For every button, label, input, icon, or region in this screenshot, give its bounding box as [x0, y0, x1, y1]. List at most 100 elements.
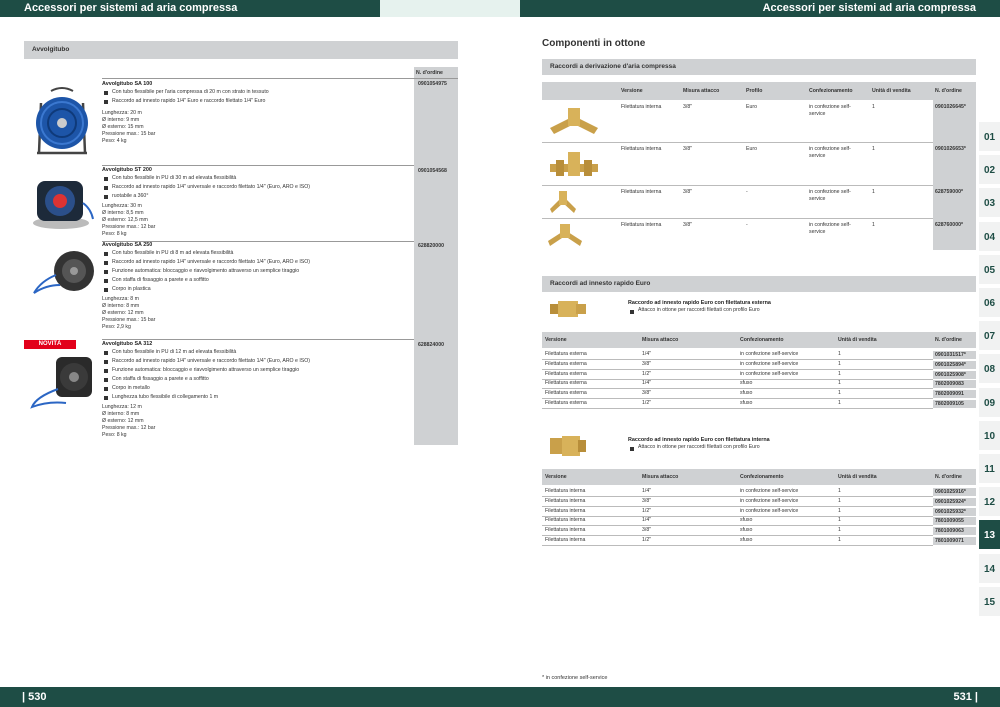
- cell-confezionamento: in confezione self-service: [740, 497, 799, 504]
- spec-line: Peso: 4 kg: [102, 138, 127, 144]
- row-divider: [542, 142, 933, 143]
- cell-order: 0901025908*: [933, 370, 976, 379]
- divider: [102, 165, 414, 166]
- feature-bullet: Corpo in metallo: [102, 384, 414, 393]
- spec-line: Ø interno: 8 mm: [102, 411, 140, 417]
- cell-confezionamento: in confezione self-service: [809, 103, 851, 117]
- chapter-tab-05[interactable]: 05: [979, 254, 1000, 286]
- col-header: Unità di vendita: [872, 88, 911, 94]
- cell-order: 7801009063: [933, 527, 976, 536]
- spec-line: Pressione max.: 12 bar: [102, 425, 156, 431]
- cell-order: 0901026653*: [933, 145, 976, 153]
- cell-misura: 3/8": [683, 145, 693, 152]
- spec-line: Peso: 8 kg: [102, 231, 127, 237]
- cell-misura: 3/8": [683, 221, 693, 228]
- spec-line: Pressione max.: 12 bar: [102, 224, 156, 230]
- cell-misura: 1/4": [642, 380, 652, 387]
- table-row: Filettatura interna 1/2" sfuso 1 7801009071: [542, 536, 976, 545]
- chapter-tab-03[interactable]: 03: [979, 188, 1000, 220]
- col-header: N. d'ordine: [935, 337, 962, 343]
- left-page-number: | 530: [0, 687, 500, 707]
- cell-unita: 1: [872, 221, 875, 228]
- header-gap: [380, 0, 520, 17]
- spec-line: Lunghezza: 8 m: [102, 296, 139, 302]
- cell-misura: 3/8": [642, 390, 652, 397]
- feature-bullet: Raccordo ad innesto rapido 1/4" universa…: [102, 258, 414, 267]
- chapter-tab-11[interactable]: 11: [979, 454, 1000, 485]
- col-header: Misura attacco: [683, 88, 720, 94]
- chapter-tab-10[interactable]: 10: [979, 420, 1000, 452]
- cell-order: 628760000*: [933, 221, 976, 229]
- cell-order: 0901025916*: [933, 488, 976, 496]
- cell-unita: 1: [838, 488, 841, 494]
- cell-unita: 1: [872, 188, 875, 195]
- chapter-tab-08[interactable]: 08: [979, 354, 1000, 386]
- cell-unita: 1: [838, 527, 841, 534]
- cell-order: 7802009091: [933, 390, 976, 399]
- cell-versione: Filettatura interna: [621, 103, 662, 110]
- feature-bullet: Con staffa di fissaggio a parete e a sof…: [102, 276, 414, 285]
- cell-versione: Filettatura interna: [545, 517, 586, 524]
- cell-versione: Filettatura esterna: [545, 380, 587, 387]
- table-row: Filettatura esterna 3/8" sfuso 1 7802009091: [542, 389, 976, 399]
- hose-reel-image: [26, 82, 98, 162]
- cell-confezionamento: in confezione self-service: [740, 488, 799, 494]
- feature-bullet: Corpo in plastica: [102, 285, 414, 294]
- feature-bullet: Lunghezza tubo flessibile di collegament…: [102, 393, 414, 402]
- cell-unita: 1: [838, 537, 841, 543]
- product-name: Raccordo ad innesto rapido Euro con file…: [628, 300, 771, 306]
- cell-unita: 1: [872, 103, 875, 110]
- row-divider: [542, 408, 933, 409]
- cell-misura: 3/8": [683, 103, 693, 110]
- product-name: Avvolgitubo ST 200: [102, 167, 152, 173]
- chapter-tab-02[interactable]: 02: [979, 155, 1000, 187]
- cell-versione: Filettatura interna: [545, 497, 586, 504]
- cell-order: 0901025894*: [933, 360, 976, 369]
- chapter-tab-14[interactable]: 14: [979, 553, 1000, 585]
- table-innesto-interna: Versione Misura attacco Confezionamento …: [542, 469, 976, 549]
- cell-confezionamento: in confezione self-service: [809, 221, 851, 235]
- cell-unita: 1: [838, 507, 841, 514]
- brass-fitting-image: [550, 152, 598, 176]
- footnote: * in confezione self-service: [542, 675, 608, 681]
- cell-confezionamento: in confezione self-service: [740, 360, 799, 367]
- product-st200: Avvolgitubo ST 200 Con tubo flessibile i…: [24, 165, 458, 241]
- chapter-tab-15[interactable]: 15: [979, 586, 1000, 618]
- cell-versione: Filettatura interna: [621, 221, 662, 228]
- cell-unita: 1: [838, 380, 841, 387]
- chapter-tab-12[interactable]: 12: [979, 487, 1000, 519]
- col-header: Profilo: [746, 88, 763, 94]
- section-title-innesto-rapido: Raccordi ad innesto rapido Euro: [542, 276, 976, 292]
- chapter-tab-13[interactable]: 13: [979, 520, 1000, 552]
- table-innesto-esterna: Versione Misura attacco Confezionamento …: [542, 332, 976, 412]
- cell-order: 7801009071: [933, 537, 976, 545]
- chapter-tab-01[interactable]: 01: [979, 122, 1000, 153]
- row-divider: [542, 545, 933, 546]
- table-row: Filettatura interna 1/2" in confezione sel…: [542, 507, 976, 516]
- feature-bullet: Funzione automatica: bloccaggio e riavvo…: [102, 267, 414, 276]
- spec-line: Lunghezza: 20 m: [102, 110, 142, 116]
- chapter-tab-06[interactable]: 06: [979, 288, 1000, 319]
- chapter-tab-07[interactable]: 07: [979, 321, 1000, 353]
- feature-bullet: Attacco in ottone per raccordi filettati…: [628, 307, 928, 314]
- chapter-tab-09[interactable]: 09: [979, 387, 1000, 419]
- col-header: Confezionamento: [740, 474, 784, 480]
- table-row: Filettatura esterna 1/2" in confezione sel…: [542, 370, 976, 379]
- cell-misura: 1/2": [642, 507, 652, 514]
- brass-coupling-image: [550, 436, 586, 456]
- table-derivazione: Versione Misura attacco Profilo Confezio…: [542, 82, 976, 252]
- cell-misura: 3/8": [642, 360, 652, 367]
- col-header: Versione: [621, 88, 643, 94]
- cell-versione: Filettatura esterna: [545, 390, 587, 397]
- hose-reel-image: [26, 353, 98, 413]
- brass-fitting-image: [550, 191, 576, 213]
- product-name: Avvolgitubo SA 100: [102, 81, 153, 87]
- table-row: Filettatura esterna 3/8" in confezione sel…: [542, 360, 976, 369]
- cell-unita: 1: [838, 497, 841, 504]
- col-header: Misura attacco: [642, 474, 679, 480]
- cell-confezionamento: sfuso: [740, 517, 753, 524]
- feature-bullet: Con tubo flessibile in PU di 30 m ad ele…: [102, 174, 414, 183]
- chapter-tab-04[interactable]: 04: [979, 221, 1000, 253]
- table-row: Filettatura interna 3/8" - in confezione…: [542, 220, 976, 252]
- cell-confezionamento: sfuso: [740, 380, 753, 387]
